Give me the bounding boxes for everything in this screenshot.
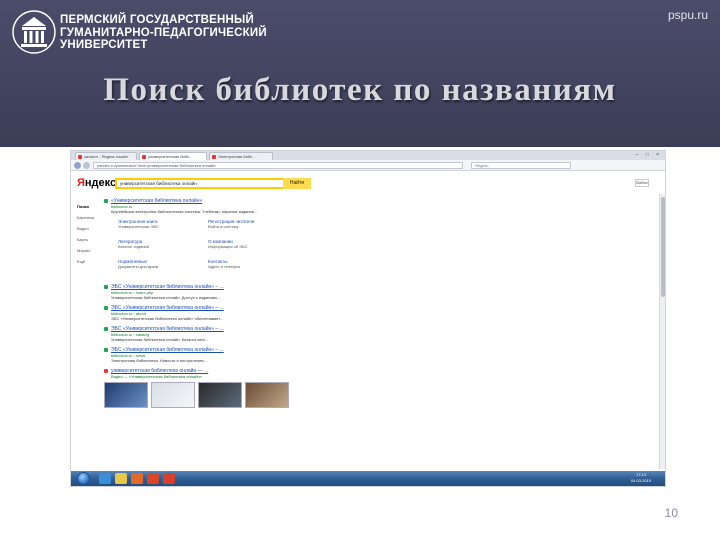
site-favicon-icon — [104, 306, 108, 310]
sitelink[interactable]: Контакты Адрес и телефон — [208, 259, 288, 269]
sitelink[interactable]: Литература Каталог изданий — [118, 239, 198, 249]
result-snippet: Университетская библиотека онлайн. Катал… — [111, 337, 208, 342]
result-title-link[interactable]: ЭБС «Университетская библиотека онлайн» … — [104, 326, 574, 332]
browser-tab[interactable]: Электронная библ... — [209, 152, 273, 160]
nav-item-search[interactable]: Поиск — [77, 204, 102, 215]
result-snippet: ЭБС «Университетская библиотека онлайн» … — [111, 316, 223, 321]
video-thumbnail[interactable] — [245, 382, 289, 408]
forward-icon[interactable] — [83, 162, 90, 169]
result-snippet: Университетская библиотека онлайн. Досту… — [111, 295, 220, 300]
search-vertical-nav: Поиск Картинки Видео Карты Маркет Ещё — [77, 204, 102, 270]
nav-item-more[interactable]: Ещё — [77, 259, 102, 270]
site-favicon-icon — [104, 285, 108, 289]
result-snippet: Крупнейшая электронно-библиотечная систе… — [111, 209, 258, 214]
slide-header: ПЕРМСКИЙ ГОСУДАРСТВЕННЫЙ ГУМАНИТАРНО-ПЕД… — [0, 0, 720, 147]
browser-search-input[interactable]: Яндекс — [471, 162, 571, 169]
video-thumbnail[interactable] — [151, 382, 195, 408]
browser-screenshot: каталог - Яндекс нашёл университетская б… — [70, 150, 666, 487]
search-results: «Университетская библиотека онлайн» bibl… — [104, 198, 574, 413]
windows-taskbar: 17:14 04.03.2015 — [71, 471, 665, 486]
media-player-icon[interactable] — [131, 473, 143, 484]
search-result-top: «Университетская библиотека онлайн» bibl… — [104, 198, 574, 214]
university-name: ПЕРМСКИЙ ГОСУДАРСТВЕННЫЙ ГУМАНИТАРНО-ПЕД… — [60, 14, 290, 52]
sitelink[interactable]: Электронная книга Университетская ЭБС — [118, 219, 198, 229]
video-result-subtitle[interactable]: Видео — «Университетская библиотека онла… — [104, 374, 574, 379]
university-name-line: ГУМАНИТАРНО-ПЕДАГОГИЧЕСКИЙ — [60, 26, 267, 39]
start-button-icon[interactable] — [77, 472, 90, 485]
nav-item-video[interactable]: Видео — [77, 226, 102, 237]
sitelink[interactable]: О компании Информация об ЭБС — [208, 239, 288, 249]
favicon-icon — [142, 155, 146, 159]
university-logo — [12, 10, 56, 54]
page-number: 10 — [664, 506, 678, 520]
search-result: ЭБС «Университетская библиотека онлайн» … — [104, 347, 574, 363]
video-result-title[interactable]: университетская библиотека онлайн — ... — [104, 368, 574, 374]
yandex-search-input[interactable]: университетская библиотека онлайн — [115, 178, 283, 189]
site-favicon-icon — [104, 199, 108, 203]
sitelink[interactable]: Регистрация читателя Войти в систему — [208, 219, 288, 229]
site-favicon-icon — [104, 327, 108, 331]
favicon-icon — [78, 155, 82, 159]
site-favicon-icon — [104, 348, 108, 352]
result-title-link[interactable]: ЭБС «Университетская библиотека онлайн» … — [104, 284, 574, 290]
video-thumbnail[interactable] — [104, 382, 148, 408]
browser-app-icon[interactable] — [147, 473, 159, 484]
browser-tab[interactable]: каталог - Яндекс нашёл — [75, 152, 137, 160]
yandex-logo[interactable]: Яндекс — [77, 177, 116, 189]
browser-tab-active[interactable]: университетская библ... — [139, 152, 207, 160]
yandex-header: Яндекс университетская библиотека онлайн… — [71, 172, 665, 194]
taskbar-clock[interactable]: 17:14 04.03.2015 — [631, 472, 651, 484]
slide-title: Поиск библиотек по названиям — [103, 72, 617, 108]
page-scrollbar[interactable] — [659, 194, 665, 469]
address-toolbar: yandex.ru/yandsearch?text=университетска… — [71, 160, 665, 171]
back-icon[interactable] — [74, 162, 81, 169]
sitelinks: Электронная книга Университетская ЭБС Рег… — [118, 219, 288, 277]
result-title-link[interactable]: ЭБС «Университетская библиотека онлайн» … — [104, 305, 574, 311]
scrollbar-thumb[interactable] — [661, 197, 665, 297]
url-input[interactable]: yandex.ru/yandsearch?text=университетска… — [93, 162, 463, 169]
university-name-line: УНИВЕРСИТЕТ — [60, 39, 148, 51]
video-thumbnails — [104, 382, 574, 408]
search-result: ЭБС «Университетская библиотека онлайн» … — [104, 284, 574, 300]
sitelink[interactable]: Нормативные Документы для вузов — [118, 259, 198, 269]
result-title-link[interactable]: ЭБС «Университетская библиотека онлайн» … — [104, 347, 574, 353]
result-snippet: Электронная библиотека. Новости и поступ… — [111, 358, 207, 363]
site-link[interactable]: pspu.ru — [668, 8, 708, 22]
find-button[interactable]: Найти — [283, 178, 311, 189]
search-result: ЭБС «Университетская библиотека онлайн» … — [104, 326, 574, 342]
folder-icon[interactable] — [115, 473, 127, 484]
video-icon — [104, 369, 108, 373]
nav-item-maps[interactable]: Карты — [77, 237, 102, 248]
result-title-link[interactable]: «Университетская библиотека онлайн» — [104, 198, 574, 204]
video-result: университетская библиотека онлайн — ... … — [104, 368, 574, 408]
favicon-icon — [212, 155, 216, 159]
video-thumbnail[interactable] — [198, 382, 242, 408]
powerpoint-icon[interactable] — [163, 473, 175, 484]
tab-bar: каталог - Яндекс нашёл университетская б… — [71, 151, 665, 160]
ie-icon[interactable] — [99, 473, 111, 484]
nav-item-images[interactable]: Картинки — [77, 215, 102, 226]
university-name-line: ПЕРМСКИЙ ГОСУДАРСТВЕННЫЙ — [60, 14, 254, 26]
search-result: ЭБС «Университетская библиотека онлайн» … — [104, 305, 574, 321]
window-controls[interactable]: – □ × — [636, 152, 663, 158]
nav-item-market[interactable]: Маркет — [77, 248, 102, 259]
login-button[interactable]: Войти — [635, 179, 649, 187]
